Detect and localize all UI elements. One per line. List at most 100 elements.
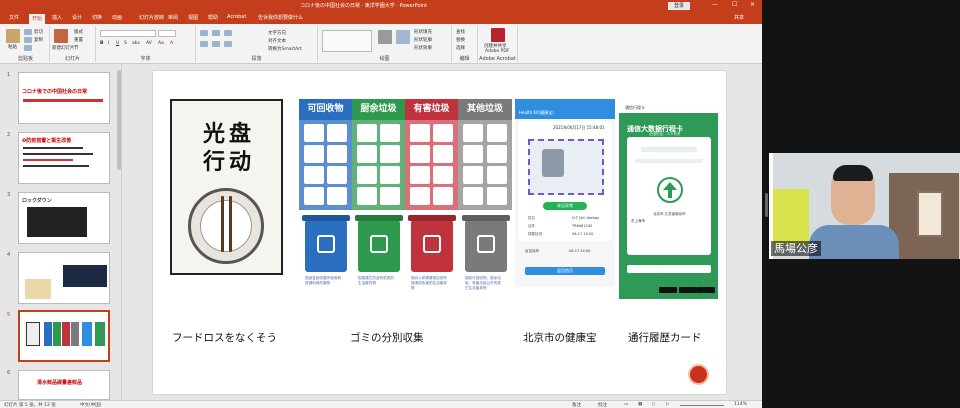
copy-label[interactable]: 复制 xyxy=(34,37,43,43)
layout-button[interactable]: 版式 xyxy=(74,29,83,35)
replace-button[interactable]: 替换 xyxy=(456,37,465,43)
tab-transitions[interactable]: 切换 xyxy=(92,14,102,21)
tab-insert[interactable]: 插入 xyxy=(52,14,62,21)
tab-home[interactable]: 开始 xyxy=(29,14,46,24)
tell-me-search[interactable]: 告诉我你想要做什么 xyxy=(258,14,303,21)
normal-view-icon[interactable]: ▭ xyxy=(624,402,628,407)
share-button[interactable]: 共享 xyxy=(734,14,744,21)
panel-resize-handle[interactable] xyxy=(765,193,768,217)
notes-button[interactable]: 备注 xyxy=(572,402,581,408)
italic-button[interactable]: I xyxy=(108,41,109,46)
thumbnail-slide-6[interactable]: 清水鲜品碳量差鲜品 xyxy=(18,370,110,400)
cut-icon[interactable] xyxy=(24,29,32,35)
zoom-level[interactable]: 114% xyxy=(734,402,747,407)
paste-label[interactable]: 粘贴 xyxy=(8,44,17,50)
arrow-up-icon xyxy=(657,177,683,203)
group-label: 幻灯片 xyxy=(64,56,80,62)
tab-file[interactable]: 文件 xyxy=(9,14,19,21)
item-icon xyxy=(304,124,324,142)
tab-animations[interactable]: 动画 xyxy=(112,14,122,21)
slideshow-view-icon[interactable]: ▷ xyxy=(666,402,669,407)
login-button[interactable]: 登录 xyxy=(668,2,691,10)
paste-icon[interactable] xyxy=(6,29,20,43)
thumbnail-slide-4[interactable] xyxy=(18,252,110,304)
format-painter-icon[interactable] xyxy=(24,45,32,51)
item-icon xyxy=(433,145,453,163)
strikethrough-button[interactable]: abc xyxy=(132,41,140,46)
comments-button[interactable]: 批注 xyxy=(598,402,607,408)
reading-view-icon[interactable]: ▯ xyxy=(652,402,654,407)
shadow-button[interactable]: S xyxy=(124,41,127,46)
group-label: 段落 xyxy=(251,56,262,62)
shape-effects-button[interactable]: 形状效果 xyxy=(414,45,432,51)
select-button[interactable]: 选择 xyxy=(456,45,465,51)
university-logo xyxy=(688,364,709,385)
align-text-button[interactable]: 对齐文本 xyxy=(268,38,286,44)
shape-fill-button[interactable]: 形状填充 xyxy=(414,29,432,35)
group-label: 字体 xyxy=(140,56,151,62)
thumbnail-scrollbar[interactable] xyxy=(117,70,121,170)
shapes-gallery[interactable] xyxy=(322,30,372,52)
caption-travel-card: 通行履歴カード xyxy=(628,332,702,344)
adobe-pdf-label[interactable]: Adobe PDF xyxy=(485,49,509,54)
indent-icon[interactable] xyxy=(224,30,232,36)
bold-button[interactable]: B xyxy=(100,41,103,46)
quick-styles-icon[interactable] xyxy=(396,30,410,44)
reset-button[interactable]: 重置 xyxy=(74,37,83,43)
smartart-button[interactable]: 转换为SmartArt xyxy=(268,46,302,52)
shape-outline-button[interactable]: 形状轮廓 xyxy=(414,37,432,43)
find-button[interactable]: 查找 xyxy=(456,29,465,35)
tab-design[interactable]: 设计 xyxy=(72,14,82,21)
phone-line xyxy=(635,159,703,163)
other-bin-icon xyxy=(462,215,510,272)
align-center-icon[interactable] xyxy=(212,41,220,47)
bullets-icon[interactable] xyxy=(200,30,208,36)
numbering-icon[interactable] xyxy=(212,30,220,36)
maximize-icon[interactable]: ☐ xyxy=(732,1,737,8)
thumbnail-slide-5[interactable] xyxy=(18,310,110,362)
sorter-view-icon[interactable]: ▦ xyxy=(638,402,642,407)
item-icon xyxy=(433,187,453,205)
language-status[interactable]: 中文(中国) xyxy=(80,402,102,408)
group-label: 剪贴板 xyxy=(17,56,33,62)
new-slide-icon[interactable] xyxy=(54,29,68,43)
tab-help[interactable]: 帮助 xyxy=(208,14,218,21)
copy-icon[interactable] xyxy=(24,37,32,43)
cut-label[interactable]: 剪切 xyxy=(34,29,43,35)
tab-view[interactable]: 视图 xyxy=(188,14,198,21)
thumbnail-slide-3[interactable]: ロックダウン xyxy=(18,192,110,244)
app-badge xyxy=(697,287,715,293)
align-right-icon[interactable] xyxy=(224,41,232,47)
participant-video[interactable]: 馬場公彦 xyxy=(769,153,960,259)
tab-review[interactable]: 审阅 xyxy=(168,14,178,21)
text-direction-button[interactable]: 文字方向 xyxy=(268,30,286,36)
section-button[interactable]: 节 xyxy=(74,45,79,51)
group-clipboard: 粘贴 剪切 复制 剪贴板 xyxy=(2,26,50,62)
font-size-box[interactable] xyxy=(158,30,176,37)
align-left-icon[interactable] xyxy=(200,41,208,47)
item-icon xyxy=(304,187,324,205)
underline-button[interactable]: U xyxy=(116,41,119,46)
tab-acrobat[interactable]: Acrobat xyxy=(227,14,246,20)
spacing-button[interactable]: AV xyxy=(146,41,152,46)
thumbnail-slide-2[interactable]: ❶防疫措置と衛生改善 xyxy=(18,132,110,184)
thumb-bin xyxy=(62,322,70,346)
travel-card-screenshot: 通信行程卡 通信大数据行程卡 全国防疫，人人有责 北京市,江苏省南京市 东上海市 xyxy=(619,99,718,299)
font-name-box[interactable] xyxy=(100,30,156,37)
phone-footer-bar xyxy=(627,265,711,273)
thumbnail-slide-1[interactable]: コロナ後での中国社会の日常 xyxy=(18,72,110,124)
item-icon xyxy=(327,145,347,163)
font-color-button[interactable]: A xyxy=(170,41,173,46)
new-slide-label[interactable]: 新建幻灯片 xyxy=(52,45,75,51)
change-case-button[interactable]: Aa xyxy=(158,41,164,46)
zoom-slider[interactable] xyxy=(680,405,724,406)
arrange-icon[interactable] xyxy=(378,30,392,44)
timestamp: 2021年06月17日 15:48:01 xyxy=(553,125,605,130)
thumb-number: 6 xyxy=(7,370,11,376)
item-icon xyxy=(410,124,430,142)
group-drawing: 形状填充 形状轮廓 形状效果 绘图 xyxy=(318,26,452,62)
adobe-pdf-icon[interactable] xyxy=(491,28,505,42)
close-icon[interactable]: ✕ xyxy=(750,1,755,8)
tab-slideshow[interactable]: 幻灯片放映 xyxy=(139,14,164,21)
minimize-icon[interactable]: — xyxy=(712,1,718,8)
